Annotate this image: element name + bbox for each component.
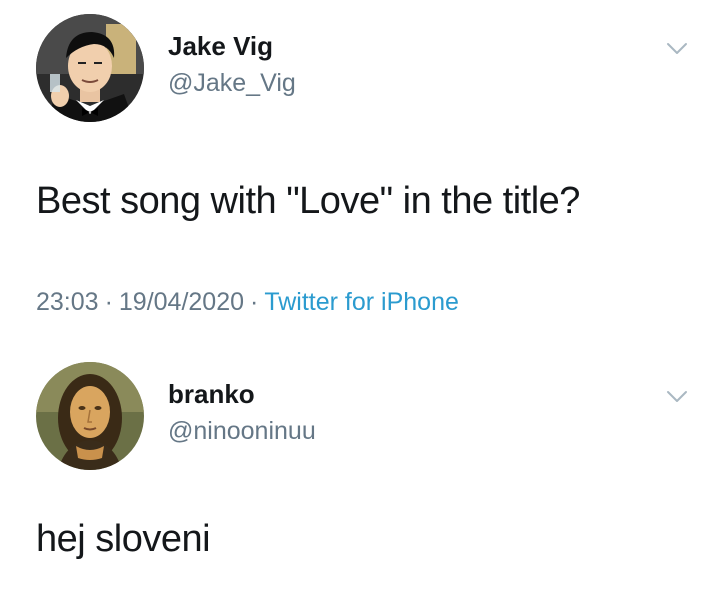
mona-lisa-avatar-icon[interactable] (36, 362, 144, 470)
avatar-illustration (36, 362, 144, 470)
reply-user-block: branko @ninooninuu (168, 378, 316, 448)
display-name[interactable]: Jake Vig (168, 30, 296, 62)
tweet-screenshot: Jake Vig @Jake_Vig Best song with "Love"… (0, 0, 720, 603)
user-handle[interactable]: @Jake_Vig (168, 66, 296, 100)
tweet-time: 23:03 (36, 288, 99, 316)
main-tweet-header: Jake Vig @Jake_Vig (36, 14, 696, 124)
tweet-meta: 23:03 · 19/04/2020 · Twitter for iPhone (36, 285, 459, 319)
tweet-source-link[interactable]: Twitter for iPhone (264, 288, 459, 316)
meta-separator: · (250, 288, 259, 316)
chevron-down-icon[interactable] (666, 390, 688, 404)
tweet-text: Best song with "Love" in the title? (36, 180, 580, 222)
reply-tweet-header: branko @ninooninuu (36, 362, 696, 472)
reply-text: hej sloveni (36, 518, 211, 560)
meta-separator: · (104, 288, 113, 316)
main-user-block: Jake Vig @Jake_Vig (168, 30, 296, 100)
display-name[interactable]: branko (168, 378, 316, 410)
cartoon-man-avatar-icon[interactable] (36, 14, 144, 122)
user-handle[interactable]: @ninooninuu (168, 414, 316, 448)
tweet-date[interactable]: 19/04/2020 (119, 288, 244, 316)
avatar-illustration (36, 14, 144, 122)
chevron-down-icon[interactable] (666, 42, 688, 56)
